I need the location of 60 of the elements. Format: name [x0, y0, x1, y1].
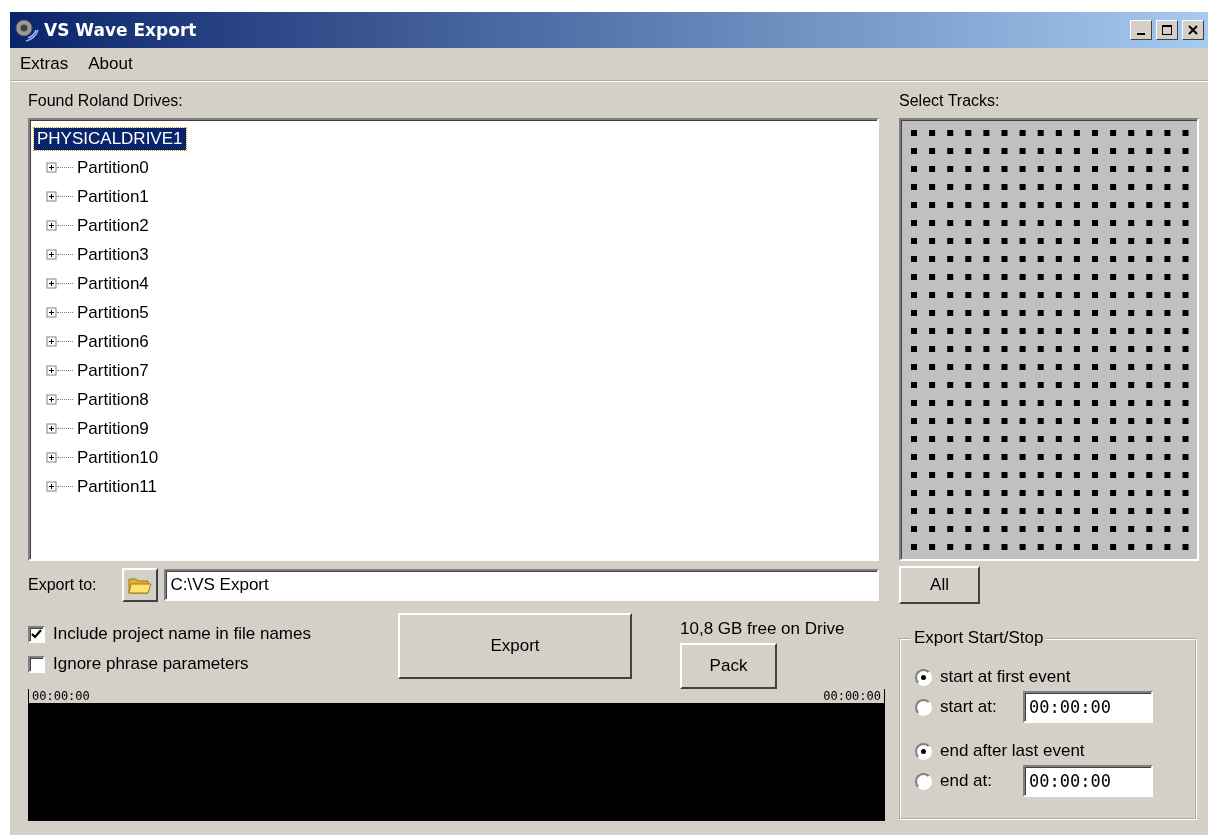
close-icon	[1187, 24, 1199, 36]
maximize-icon	[1161, 24, 1173, 36]
checkbox[interactable]	[28, 625, 45, 643]
radio-label: end after last event	[940, 741, 1085, 761]
pack-button[interactable]: Pack	[680, 643, 777, 689]
tree-item[interactable]: Partition1	[75, 186, 151, 207]
radio-label: end at:	[940, 771, 992, 791]
close-button[interactable]	[1182, 20, 1204, 40]
tree-item[interactable]: Partition11	[75, 476, 159, 497]
minimize-button[interactable]	[1130, 20, 1152, 40]
expand-icon[interactable]	[46, 220, 57, 231]
menu-item[interactable]: Extras	[20, 54, 69, 74]
tree-item[interactable]: Partition3	[75, 244, 151, 265]
time-field[interactable]: 00:00:00	[1023, 691, 1153, 723]
tree-item[interactable]: Partition6	[75, 331, 151, 352]
browse-button[interactable]	[122, 568, 159, 602]
minimize-icon	[1137, 33, 1145, 35]
expand-icon[interactable]	[46, 191, 57, 202]
expand-icon[interactable]	[46, 162, 57, 173]
tree-item[interactable]: Partition7	[75, 360, 151, 381]
tree-item[interactable]: Partition8	[75, 389, 151, 410]
checkbox-label: Include project name in file names	[53, 624, 311, 644]
expand-icon[interactable]	[46, 394, 57, 405]
time-field[interactable]: 00:00:00	[1023, 765, 1153, 797]
checkbox[interactable]	[28, 655, 45, 673]
tree-item[interactable]: Partition10	[75, 447, 161, 468]
tree-item[interactable]: Partition0	[75, 157, 151, 178]
speaker-icon	[14, 18, 40, 42]
expand-icon[interactable]	[46, 249, 57, 260]
radio-button[interactable]	[915, 668, 932, 686]
expand-icon[interactable]	[46, 365, 57, 376]
window-title: VS Wave Export	[44, 20, 198, 40]
radio-button[interactable]	[915, 772, 932, 790]
expand-icon[interactable]	[46, 278, 57, 289]
field-label: Export to:	[28, 576, 97, 594]
path-field[interactable]: C:\VS Export	[164, 569, 879, 601]
tree-item[interactable]: Partition2	[75, 215, 151, 236]
expand-icon[interactable]	[46, 336, 57, 347]
folder-icon	[128, 575, 153, 595]
tree-item[interactable]: PHYSICALDRIVE1	[34, 127, 186, 150]
checkbox-label: Ignore phrase parameters	[53, 654, 249, 674]
expand-icon[interactable]	[46, 423, 57, 434]
expand-icon[interactable]	[46, 481, 57, 492]
section-label: Select Tracks:	[899, 92, 1001, 111]
radio-label: start at first event	[940, 667, 1071, 687]
tree-item[interactable]: Partition9	[75, 418, 151, 439]
radio-button[interactable]	[915, 698, 932, 716]
radio-label: start at:	[940, 697, 997, 717]
expand-icon[interactable]	[46, 452, 57, 463]
tree-item[interactable]: Partition4	[75, 273, 151, 294]
all-button[interactable]: All	[899, 566, 980, 604]
menu-item[interactable]: About	[88, 54, 133, 74]
radio-button[interactable]	[915, 742, 932, 760]
section-label: Found Roland Drives:	[28, 92, 184, 111]
free-space-text: 10,8 GB free on Drive	[680, 619, 845, 639]
group-title: Export Start/Stop	[911, 628, 1047, 648]
tree-item[interactable]: Partition5	[75, 302, 151, 323]
export-button[interactable]: Export	[398, 613, 632, 679]
expand-icon[interactable]	[46, 307, 57, 318]
maximize-button[interactable]	[1156, 20, 1178, 40]
